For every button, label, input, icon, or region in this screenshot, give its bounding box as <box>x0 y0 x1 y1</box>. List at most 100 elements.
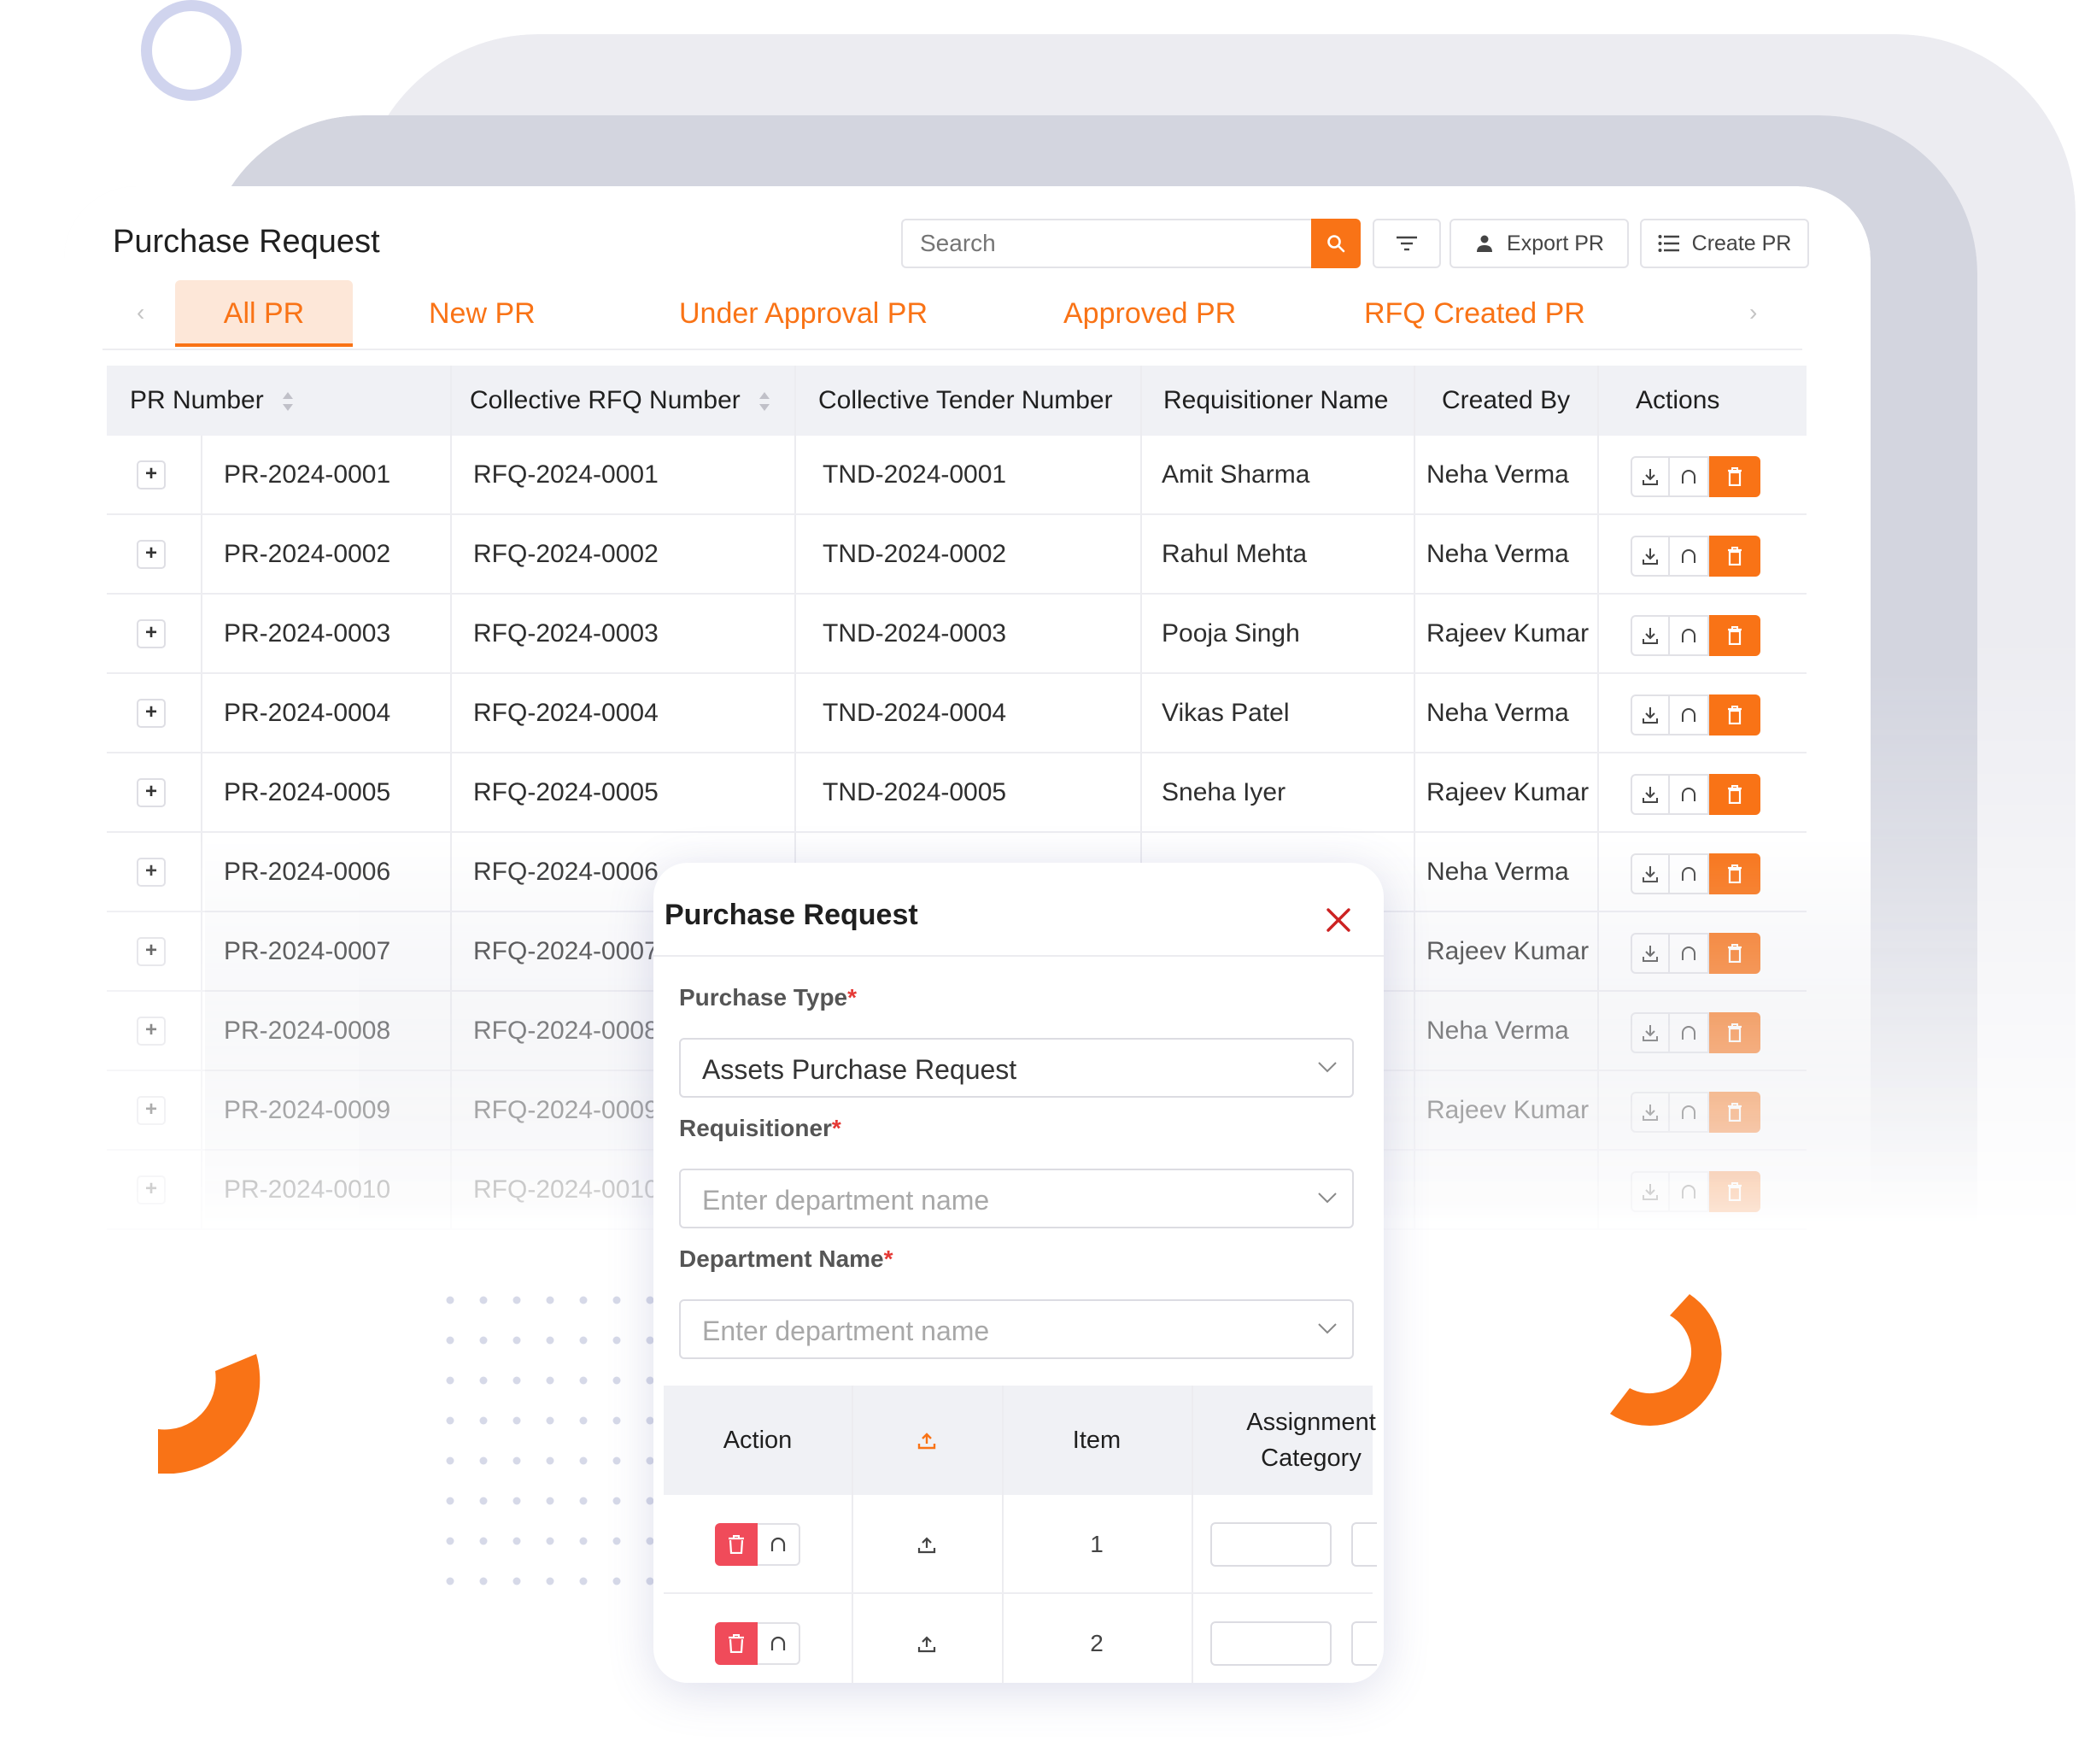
tab-under-approval-pr[interactable]: Under Approval PR <box>679 280 928 347</box>
tab-new-pr[interactable]: New PR <box>429 280 536 347</box>
items-table: Action Item Assignment Category 1 2 <box>664 1386 1377 1683</box>
pr-tabs: ‹ All PR New PR Under Approval PR Approv… <box>102 280 1802 350</box>
table-row[interactable]: + PR-2024-0005 RFQ-2024-0005 TND-2024-0005 S… <box>107 753 1807 833</box>
reset-button[interactable] <box>1670 774 1709 815</box>
tab-all-pr[interactable]: All PR <box>175 280 353 347</box>
reset-button[interactable] <box>1670 694 1709 735</box>
sort-icon <box>759 392 770 412</box>
items-table-header: Action Item Assignment Category <box>664 1386 1376 1495</box>
rfq-number: RFQ-2024-0008 <box>473 1017 659 1045</box>
delete-button[interactable] <box>1709 615 1760 656</box>
column-collective-rfq-number[interactable]: Collective RFQ Number <box>470 366 771 436</box>
delete-button[interactable] <box>1709 1012 1760 1053</box>
download-button[interactable] <box>1631 774 1670 815</box>
reset-button[interactable] <box>1670 933 1709 974</box>
assignment-category-input[interactable] <box>1210 1522 1332 1567</box>
plus-icon: + <box>144 939 157 962</box>
trash-icon <box>1728 706 1742 724</box>
reset-button[interactable] <box>1670 853 1709 894</box>
expand-row-button[interactable]: + <box>137 619 166 648</box>
expand-row-button[interactable]: + <box>137 540 166 569</box>
export-pr-button[interactable]: Export PR <box>1449 219 1629 268</box>
decorative-dot-grid <box>446 1296 654 1585</box>
filter-button[interactable] <box>1373 219 1441 268</box>
reset-item-button[interactable] <box>758 1622 800 1665</box>
expand-row-button[interactable]: + <box>137 937 166 966</box>
reset-button[interactable] <box>1670 615 1709 656</box>
download-button[interactable] <box>1631 933 1670 974</box>
reset-button[interactable] <box>1670 456 1709 497</box>
purchase-type-select[interactable]: Assets Purchase Request <box>679 1038 1354 1098</box>
chevron-left-icon[interactable]: ‹ <box>137 299 144 326</box>
download-button[interactable] <box>1631 456 1670 497</box>
delete-button[interactable] <box>1709 456 1760 497</box>
download-icon <box>1643 787 1658 803</box>
reset-button[interactable] <box>1670 1092 1709 1133</box>
download-button[interactable] <box>1631 853 1670 894</box>
department-name-select[interactable]: Enter department name <box>679 1299 1354 1359</box>
requisitioner-select[interactable]: Enter department name <box>679 1169 1354 1228</box>
tender-number: TND-2024-0004 <box>823 699 1007 727</box>
delete-button[interactable] <box>1709 1092 1760 1133</box>
tab-rfq-created-pr[interactable]: RFQ Created PR <box>1364 280 1585 347</box>
expand-row-button[interactable]: + <box>137 699 166 728</box>
table-row[interactable]: + PR-2024-0002 RFQ-2024-0002 TND-2024-0002 R… <box>107 515 1807 595</box>
expand-row-button[interactable]: + <box>137 778 166 807</box>
created-by: Rajeev Kumar <box>1426 1096 1590 1124</box>
delete-button[interactable] <box>1709 694 1760 735</box>
plus-icon: + <box>144 700 157 724</box>
expand-row-button[interactable]: + <box>137 1017 166 1046</box>
trash-icon <box>1728 785 1742 804</box>
created-by: Neha Verma <box>1426 858 1569 886</box>
delete-button[interactable] <box>1709 774 1760 815</box>
requisitioner-label: Requisitioner* <box>679 1115 841 1141</box>
download-button[interactable] <box>1631 536 1670 577</box>
assignment-category-input[interactable] <box>1210 1621 1332 1666</box>
reset-button[interactable] <box>1670 1171 1709 1212</box>
next-column-input[interactable] <box>1351 1621 1377 1666</box>
expand-row-button[interactable]: + <box>137 1096 166 1125</box>
search-button[interactable] <box>1311 219 1361 268</box>
rfq-number: RFQ-2024-0007 <box>473 937 659 965</box>
download-button[interactable] <box>1631 615 1670 656</box>
upload-cell[interactable] <box>852 1495 1002 1594</box>
download-button[interactable] <box>1631 694 1670 735</box>
close-icon[interactable] <box>1324 905 1353 935</box>
download-button[interactable] <box>1631 1012 1670 1053</box>
download-button[interactable] <box>1631 1092 1670 1133</box>
search-input[interactable] <box>901 219 1311 268</box>
expand-row-button[interactable]: + <box>137 1175 166 1204</box>
next-column-input[interactable] <box>1351 1522 1377 1567</box>
expand-row-button[interactable]: + <box>137 460 166 489</box>
tender-number: TND-2024-0001 <box>823 460 1007 489</box>
delete-button[interactable] <box>1709 853 1760 894</box>
expand-row-button[interactable]: + <box>137 858 166 887</box>
column-pr-number[interactable]: PR Number <box>130 366 295 436</box>
reset-button[interactable] <box>1670 536 1709 577</box>
column-item: Item <box>1072 1427 1121 1454</box>
download-icon <box>1643 946 1658 962</box>
row-actions <box>1631 456 1760 497</box>
upload-icon <box>917 1636 936 1653</box>
trash-icon <box>729 1535 744 1554</box>
tab-approved-pr[interactable]: Approved PR <box>1063 280 1236 347</box>
created-by: Neha Verma <box>1426 699 1569 727</box>
table-row[interactable]: + PR-2024-0003 RFQ-2024-0003 TND-2024-0003 P… <box>107 595 1807 674</box>
delete-button[interactable] <box>1709 933 1760 974</box>
reset-button[interactable] <box>1670 1012 1709 1053</box>
decorative-arc-left <box>158 1354 261 1474</box>
delete-item-button[interactable] <box>715 1622 758 1665</box>
download-button[interactable] <box>1631 1171 1670 1212</box>
upload-cell[interactable] <box>852 1594 1002 1683</box>
delete-button[interactable] <box>1709 536 1760 577</box>
create-pr-button[interactable]: Create PR <box>1640 219 1809 268</box>
purchase-request-modal: Purchase Request Purchase Type* Assets P… <box>653 863 1384 1683</box>
table-row[interactable]: + PR-2024-0004 RFQ-2024-0004 TND-2024-0004 V… <box>107 674 1807 753</box>
chevron-right-icon[interactable]: › <box>1749 299 1757 326</box>
column-upload[interactable] <box>852 1386 1002 1495</box>
purchase-type-label: Purchase Type* <box>679 984 858 1011</box>
delete-item-button[interactable] <box>715 1523 758 1566</box>
delete-button[interactable] <box>1709 1171 1760 1212</box>
table-row[interactable]: + PR-2024-0001 RFQ-2024-0001 TND-2024-0001 A… <box>107 436 1807 515</box>
reset-item-button[interactable] <box>758 1523 800 1566</box>
